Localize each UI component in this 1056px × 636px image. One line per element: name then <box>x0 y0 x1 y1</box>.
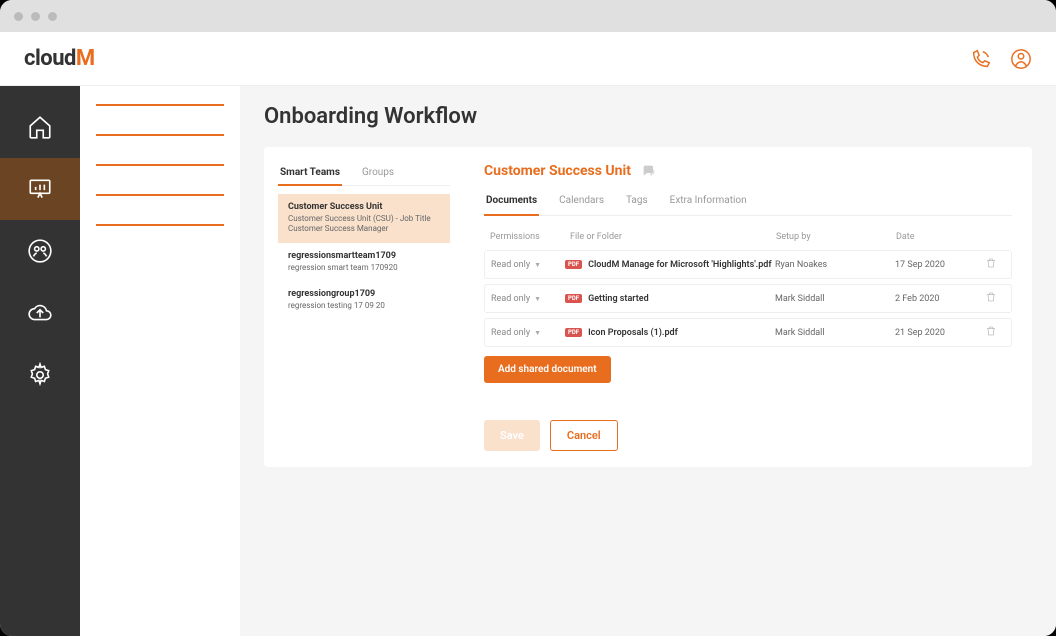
chevron-down-icon: ▼ <box>534 295 541 303</box>
sidebar-nav <box>0 86 80 636</box>
subtab[interactable]: Extra Information <box>668 187 749 215</box>
permission-select[interactable]: Read only ▼ <box>491 260 565 270</box>
row-date: 21 Sep 2020 <box>895 328 985 338</box>
file-cell: PDF CloudM Manage for Microsoft 'Highligh… <box>565 260 775 270</box>
file-cell: PDF Getting started <box>565 294 775 304</box>
window-dot <box>31 12 40 21</box>
file-cell: PDF Icon Proposals (1).pdf <box>565 328 775 338</box>
pdf-badge: PDF <box>565 260 582 269</box>
subtab[interactable]: Tags <box>624 187 650 215</box>
team-name: regressiongroup1709 <box>288 289 440 299</box>
app-logo: cloudM <box>24 46 95 71</box>
document-rows: Read only ▼PDFCloudM Manage for Microsof… <box>484 250 1012 352</box>
secondary-nav <box>80 86 240 636</box>
team-desc: regression testing 17 09 20 <box>288 301 440 311</box>
home-icon <box>27 114 53 140</box>
nav-cloud[interactable] <box>0 282 80 344</box>
setup-by: Mark Siddall <box>775 294 895 304</box>
nav-dashboard[interactable] <box>0 158 80 220</box>
save-button[interactable]: Save <box>484 420 540 451</box>
nav-divider[interactable] <box>96 194 224 196</box>
chat-icon[interactable] <box>641 163 657 179</box>
file-name: CloudM Manage for Microsoft 'Highlights'… <box>588 260 772 270</box>
team-name: regressionsmartteam1709 <box>288 251 440 261</box>
col-setup: Setup by <box>776 232 896 242</box>
setup-by: Ryan Noakes <box>775 260 895 270</box>
team-name: Customer Success Unit <box>288 202 440 212</box>
gear-icon <box>27 362 53 388</box>
trash-icon[interactable] <box>985 257 997 269</box>
table-header: Permissions File or Folder Setup by Date <box>484 232 1012 250</box>
detail-subtabs: Documents Calendars Tags Extra Information <box>484 187 1012 216</box>
document-row: Read only ▼PDF Icon Proposals (1).pdf Mark… <box>484 318 1012 347</box>
subtab[interactable]: Calendars <box>557 187 606 215</box>
col-file: File or Folder <box>570 232 776 242</box>
nav-settings[interactable] <box>0 344 80 406</box>
team-desc: Customer Success Unit (CSU) - Job Title … <box>288 214 440 235</box>
team-item[interactable]: regressionsmartteam1709 regression smart … <box>278 243 450 281</box>
file-name: Icon Proposals (1).pdf <box>588 328 678 338</box>
chevron-down-icon: ▼ <box>534 261 541 269</box>
nav-divider[interactable] <box>96 164 224 166</box>
chevron-down-icon: ▼ <box>534 329 541 337</box>
nav-divider[interactable] <box>96 224 224 226</box>
detail-panel: Customer Success Unit Documents Calendars… <box>464 147 1032 467</box>
top-bar: cloudM <box>0 32 1056 86</box>
add-document-button[interactable]: Add shared document <box>484 356 611 383</box>
cloud-upload-icon <box>27 300 53 326</box>
window-dot <box>48 12 57 21</box>
trash-icon[interactable] <box>985 291 997 303</box>
col-date: Date <box>896 232 986 242</box>
users-icon <box>27 238 53 264</box>
main-content: Onboarding Workflow Smart Teams Groups Cu… <box>240 86 1056 636</box>
team-desc: regression smart team 170920 <box>288 263 440 273</box>
pdf-badge: PDF <box>565 294 582 303</box>
permission-select[interactable]: Read only ▼ <box>491 328 565 338</box>
nav-divider[interactable] <box>96 134 224 136</box>
window-titlebar <box>0 0 1056 32</box>
team-panel: Smart TeamsGroups Customer Success UnitC… <box>264 147 464 467</box>
file-name: Getting started <box>588 294 649 304</box>
col-perm: Permissions <box>490 232 570 242</box>
document-row: Read only ▼PDF Getting started Mark Siddal… <box>484 284 1012 313</box>
team-tabs: Smart Teams Groups <box>278 161 450 186</box>
row-date: 2 Feb 2020 <box>895 294 985 304</box>
presentation-icon <box>27 176 53 202</box>
row-date: 17 Sep 2020 <box>895 260 985 270</box>
user-icon[interactable] <box>1010 48 1032 70</box>
team-tab[interactable]: Groups <box>360 161 396 185</box>
team-item[interactable]: regressiongroup1709 regression testing 17… <box>278 281 450 319</box>
window-dot <box>14 12 23 21</box>
nav-divider[interactable] <box>96 104 224 106</box>
cancel-button[interactable]: Cancel <box>550 420 618 451</box>
team-list: Customer Success Unit Customer Success Un… <box>278 194 450 320</box>
document-row: Read only ▼PDF CloudM Manage for Microsof… <box>484 250 1012 279</box>
workflow-card: Smart TeamsGroups Customer Success UnitC… <box>264 147 1032 467</box>
permission-select[interactable]: Read only ▼ <box>491 294 565 304</box>
team-tab[interactable]: Smart Teams <box>278 161 342 186</box>
trash-icon[interactable] <box>985 325 997 337</box>
nav-users[interactable] <box>0 220 80 282</box>
unit-title: Customer Success Unit <box>484 163 631 179</box>
setup-by: Mark Siddall <box>775 328 895 338</box>
subtab[interactable]: Documents <box>484 187 539 216</box>
phone-icon[interactable] <box>970 48 992 70</box>
nav-home[interactable] <box>0 96 80 158</box>
team-item[interactable]: Customer Success Unit Customer Success Un… <box>278 194 450 243</box>
pdf-badge: PDF <box>565 328 582 337</box>
page-title: Onboarding Workflow <box>264 104 1032 129</box>
